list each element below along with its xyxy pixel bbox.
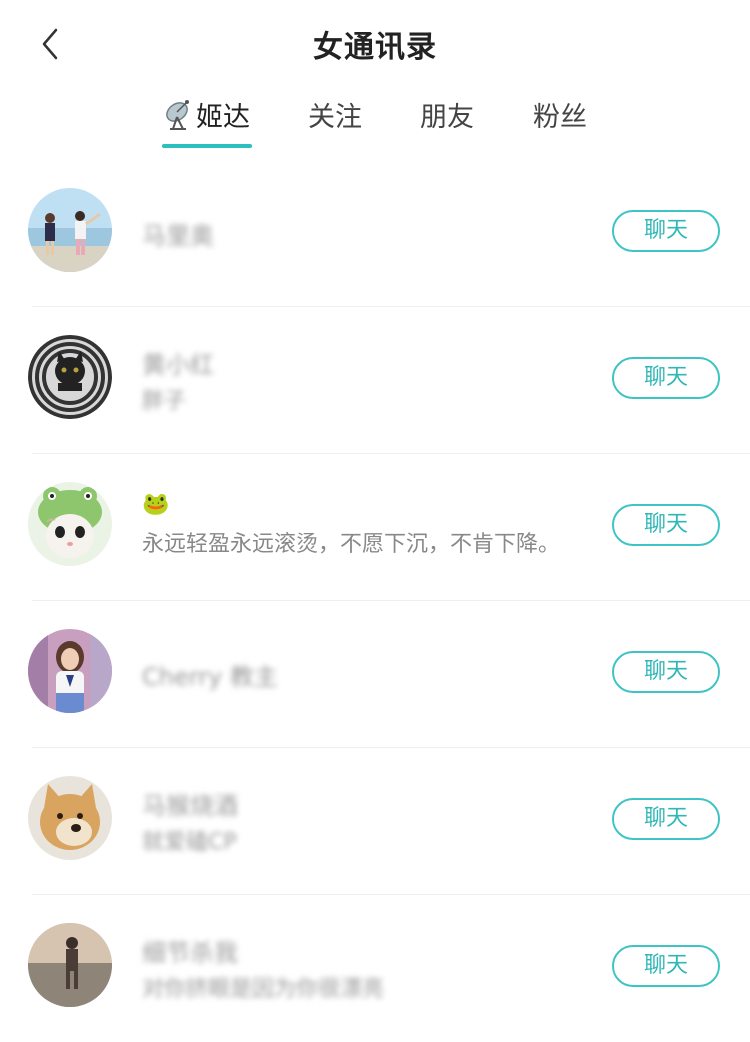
tab-label: 姬达 [196, 102, 250, 133]
contact-info: Cherry 教主 [142, 601, 582, 748]
tab-friends[interactable]: 朋友 [410, 92, 484, 152]
header-bar: 女通讯录 [0, 0, 750, 86]
tab-label: 粉丝 [533, 102, 587, 133]
contact-info: 马猴烧酒 就爱磕CP [142, 748, 582, 895]
contact-row[interactable]: Cherry 教主 聊天 [0, 601, 750, 748]
contact-name: 🐸 [142, 492, 170, 517]
avatar[interactable] [28, 482, 112, 566]
tab-label: 关注 [308, 102, 362, 133]
girl-portrait-photo-icon [28, 629, 112, 713]
contact-name: 马猴烧酒 [142, 792, 238, 820]
avatar[interactable] [28, 776, 112, 860]
contact-name: 马里奥 [142, 222, 214, 250]
black-cat-photo-icon [28, 335, 112, 419]
tab-jida[interactable]: 姬达 [162, 92, 252, 152]
sunset-person-photo-icon [28, 923, 112, 1007]
tab-bar: 姬达 关注 朋友 粉丝 [0, 92, 750, 162]
active-tab-indicator [162, 144, 252, 148]
contact-list: 马里奥 聊天 黄小红 胖子 聊天 🐸 永远轻盈永远滚烫，不愿下沉，不肯下降。 聊… [0, 160, 750, 1042]
contact-info: 马里奥 [142, 160, 582, 307]
tab-following[interactable]: 关注 [298, 92, 372, 152]
contact-subtitle: 对你挤眼是因为你很漂亮 [142, 977, 385, 1002]
avatar[interactable] [28, 188, 112, 272]
contact-row[interactable]: 黄小红 胖子 聊天 [0, 307, 750, 454]
chat-button[interactable]: 聊天 [612, 357, 720, 399]
beach-couple-photo-icon [28, 188, 112, 272]
shiba-dog-photo-icon [28, 776, 112, 860]
chat-button[interactable]: 聊天 [612, 651, 720, 693]
satellite-dish-icon [164, 98, 194, 132]
contact-row[interactable]: 🐸 永远轻盈永远滚烫，不愿下沉，不肯下降。 聊天 [0, 454, 750, 601]
contact-subtitle: 就爱磕CP [142, 830, 237, 855]
avatar[interactable] [28, 629, 112, 713]
contact-info: 🐸 永远轻盈永远滚烫，不愿下沉，不肯下降。 [142, 454, 582, 601]
contact-info: 黄小红 胖子 [142, 307, 582, 454]
contact-name: 细节杀我 [142, 939, 238, 967]
chat-button[interactable]: 聊天 [612, 798, 720, 840]
tab-label: 朋友 [420, 102, 474, 133]
tab-fans[interactable]: 粉丝 [523, 92, 597, 152]
contact-name: Cherry 教主 [142, 663, 278, 691]
contact-row[interactable]: 细节杀我 对你挤眼是因为你很漂亮 聊天 [0, 895, 750, 1042]
contact-row[interactable]: 马里奥 聊天 [0, 160, 750, 307]
page-title: 女通讯录 [313, 30, 437, 65]
contact-subtitle: 永远轻盈永远滚烫，不愿下沉，不肯下降。 [142, 532, 561, 557]
chat-button[interactable]: 聊天 [612, 945, 720, 987]
chat-button[interactable]: 聊天 [612, 504, 720, 546]
cat-in-frog-hat-photo-icon [28, 482, 112, 566]
avatar[interactable] [28, 335, 112, 419]
contact-subtitle: 胖子 [142, 389, 187, 414]
contact-name: 黄小红 [142, 351, 214, 379]
chat-button[interactable]: 聊天 [612, 210, 720, 252]
avatar[interactable] [28, 923, 112, 1007]
contact-info: 细节杀我 对你挤眼是因为你很漂亮 [142, 895, 582, 1042]
contact-row[interactable]: 马猴烧酒 就爱磕CP 聊天 [0, 748, 750, 895]
